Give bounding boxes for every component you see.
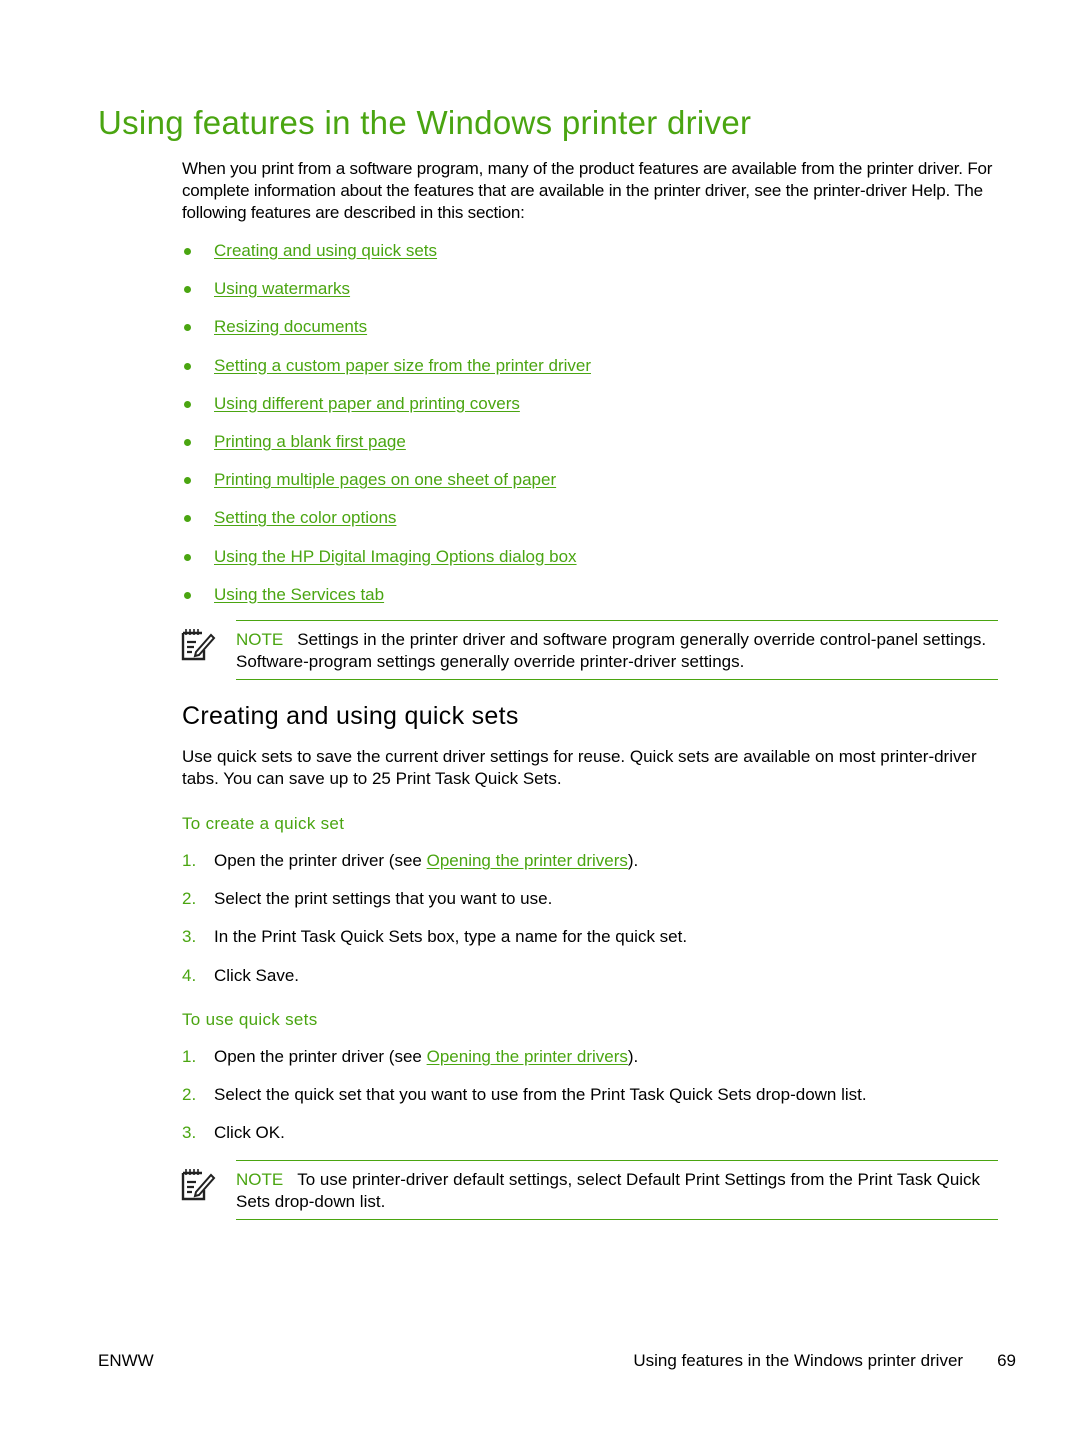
step-number: 2.: [182, 889, 197, 909]
list-item: Using different paper and printing cover…: [182, 393, 591, 431]
note-pencil-icon: [181, 1169, 216, 1201]
list-item: Using the Services tab: [182, 584, 591, 622]
link-opening-printer-drivers[interactable]: Opening the printer drivers: [427, 851, 628, 870]
page-number: 69: [997, 1351, 1016, 1370]
note-pencil-icon: [181, 629, 216, 661]
link-services-tab[interactable]: Using the Services tab: [214, 584, 384, 606]
note-box: NOTE Settings in the printer driver and s…: [181, 620, 998, 680]
section-heading: Creating and using quick sets: [182, 702, 519, 730]
link-opening-printer-drivers[interactable]: Opening the printer drivers: [427, 1047, 628, 1066]
footer-right: Using features in the Windows printer dr…: [633, 1351, 1016, 1371]
list-item: Printing multiple pages on one sheet of …: [182, 469, 591, 507]
link-different-paper-covers[interactable]: Using different paper and printing cover…: [214, 393, 520, 415]
link-color-options[interactable]: Setting the color options: [214, 507, 396, 529]
feature-link-list: Creating and using quick sets Using wate…: [182, 240, 591, 622]
step-item: 3. In the Print Task Quick Sets box, typ…: [182, 926, 687, 964]
use-steps-list: 1. Open the printer driver (see Opening …: [182, 1046, 867, 1161]
list-item: Using watermarks: [182, 278, 591, 316]
bullet-icon: [184, 515, 191, 523]
step-item: 4. Click Save.: [182, 965, 687, 1003]
link-multiple-pages-per-sheet[interactable]: Printing multiple pages on one sheet of …: [214, 469, 556, 491]
intro-paragraph: When you print from a software program, …: [182, 159, 993, 222]
bullet-icon: [184, 477, 191, 485]
step-item: 2. Select the quick set that you want to…: [182, 1084, 867, 1122]
bullet-icon: [184, 286, 191, 294]
step-number: 1.: [182, 1047, 197, 1066]
link-using-watermarks[interactable]: Using watermarks: [214, 278, 350, 300]
step-item: 1. Open the printer driver (see Opening …: [182, 850, 687, 888]
link-resizing-documents[interactable]: Resizing documents: [214, 316, 367, 338]
list-item: Using the HP Digital Imaging Options dia…: [182, 546, 591, 584]
step-text: Select the print settings that you want …: [214, 889, 553, 909]
bullet-icon: [184, 400, 191, 408]
step-number: 3.: [182, 927, 197, 947]
link-blank-first-page[interactable]: Printing a blank first page: [214, 431, 406, 453]
link-custom-paper-size[interactable]: Setting a custom paper size from the pri…: [214, 355, 591, 377]
step-text-pre: Open the printer driver (see: [214, 851, 427, 870]
step-number: 4.: [182, 965, 197, 985]
step-item: 1. Open the printer driver (see Opening …: [182, 1046, 867, 1084]
step-text: Open the printer driver (see Opening the…: [214, 1046, 638, 1084]
step-text-post: ).: [627, 851, 639, 870]
note-text: To use printer-driver default settings, …: [236, 1170, 981, 1211]
list-item: Printing a blank first page: [182, 431, 591, 469]
list-item: Setting the color options: [182, 507, 591, 545]
bullet-icon: [184, 324, 191, 332]
note-box: NOTE To use printer-driver default settin…: [181, 1160, 998, 1220]
step-number: 2.: [182, 1085, 197, 1105]
use-quick-sets-heading: To use quick sets: [182, 1010, 318, 1029]
bullet-icon: [184, 248, 191, 255]
list-item: Resizing documents: [182, 316, 591, 354]
step-text: Select the quick set that you want to us…: [214, 1085, 867, 1105]
bullet-icon: [184, 438, 191, 446]
step-text: In the Print Task Quick Sets box, type a…: [214, 927, 688, 947]
step-item: 3. Click OK.: [182, 1122, 867, 1160]
step-text-post: ).: [627, 1047, 639, 1066]
note-text: Settings in the printer driver and softw…: [236, 630, 987, 671]
create-steps-list: 1. Open the printer driver (see Opening …: [182, 850, 687, 1003]
footer-locale-code: ENWW: [98, 1351, 154, 1370]
list-item: Setting a custom paper size from the pri…: [182, 355, 591, 393]
link-creating-quick-sets[interactable]: Creating and using quick sets: [214, 240, 437, 262]
footer-section-title: Using features in the Windows printer dr…: [633, 1351, 964, 1370]
list-item: Creating and using quick sets: [182, 240, 591, 278]
step-text: Open the printer driver (see Opening the…: [214, 850, 638, 888]
note-label: NOTE: [236, 630, 284, 649]
link-digital-imaging-options[interactable]: Using the HP Digital Imaging Options dia…: [214, 546, 577, 568]
bullet-icon: [184, 591, 191, 599]
step-text: Click OK.: [214, 1123, 285, 1143]
step-item: 2. Select the print settings that you wa…: [182, 888, 687, 926]
create-quick-set-heading: To create a quick set: [182, 814, 345, 833]
step-number: 3.: [182, 1123, 197, 1143]
page-title: Using features in the Windows printer dr…: [98, 104, 752, 141]
section-intro: Use quick sets to save the current drive…: [182, 747, 977, 788]
note-label: NOTE: [236, 1170, 284, 1189]
step-text-pre: Open the printer driver (see: [214, 1047, 427, 1066]
step-number: 1.: [182, 851, 197, 870]
step-text: Click Save.: [214, 965, 300, 985]
bullet-icon: [184, 553, 191, 561]
bullet-icon: [184, 362, 191, 370]
